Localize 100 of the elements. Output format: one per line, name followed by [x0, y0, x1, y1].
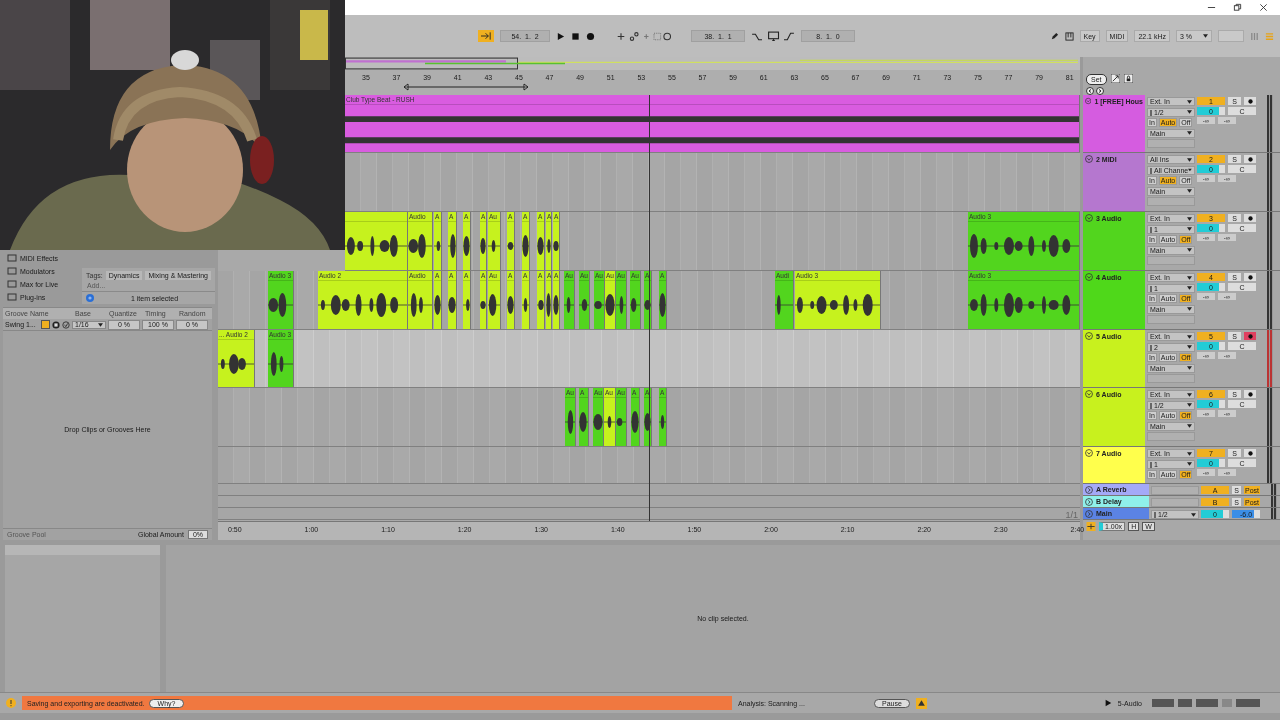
pencil-icon[interactable] — [1049, 31, 1059, 41]
caret-icon — [1187, 392, 1192, 397]
caret-icon — [1187, 345, 1192, 350]
waveform-drawing — [463, 299, 470, 311]
track-lane[interactable] — [218, 447, 1080, 484]
waveform-drawing — [537, 237, 544, 255]
overview-drawing[interactable] — [345, 57, 1080, 70]
fold-icon[interactable] — [1085, 97, 1092, 105]
loop-brace-drawing[interactable] — [403, 83, 529, 91]
follow-button[interactable] — [478, 30, 494, 42]
expand-track-icon[interactable] — [1085, 509, 1093, 518]
waveform-drawing — [775, 295, 793, 315]
arm-button[interactable] — [1244, 273, 1256, 281]
record-dot-icon — [1247, 98, 1253, 104]
waveform-drawing — [593, 414, 603, 430]
arm-button[interactable] — [1244, 449, 1256, 457]
record-dot-icon — [1247, 215, 1253, 221]
waveform-drawing — [268, 293, 293, 317]
audio-clip[interactable] — [345, 212, 408, 270]
waveform-drawing — [630, 298, 640, 312]
caret-icon — [1187, 131, 1192, 136]
play-icon[interactable] — [1103, 699, 1112, 707]
lock-icon[interactable] — [1123, 74, 1133, 83]
caret-icon — [1187, 424, 1192, 429]
waveform-drawing — [480, 238, 486, 254]
hot-swap-toggle[interactable] — [41, 320, 50, 329]
record-dot-icon — [1247, 391, 1253, 397]
waveform-drawing — [546, 293, 551, 317]
loop-icon[interactable] — [751, 30, 795, 42]
waveform-drawing — [507, 296, 514, 314]
waveform-drawing — [488, 294, 500, 316]
fold-icon[interactable] — [1085, 449, 1093, 457]
caret-icon — [1191, 512, 1196, 517]
waveform-drawing — [448, 234, 456, 258]
warning-icon — [6, 698, 16, 708]
waveform-drawing — [537, 300, 544, 310]
waveform-drawing — [565, 410, 575, 434]
record-dot-icon — [1247, 156, 1253, 162]
close-icon[interactable] — [1259, 3, 1268, 12]
waveform-drawing — [268, 351, 293, 376]
waveform-drawing — [579, 299, 589, 311]
waveform-drawing — [553, 241, 559, 251]
keyboard-icon[interactable] — [1064, 31, 1074, 41]
arm-button[interactable] — [1244, 390, 1256, 398]
caret-icon — [1187, 227, 1192, 232]
caret-icon — [1187, 334, 1192, 339]
expand-track-icon[interactable] — [1085, 485, 1093, 494]
waveform-drawing — [218, 353, 254, 374]
arm-button[interactable] — [1244, 155, 1256, 163]
fold-icon[interactable] — [1085, 155, 1093, 163]
waveform-drawing — [434, 241, 441, 251]
follow-behavior-icon[interactable] — [1086, 522, 1096, 531]
fold-icon[interactable] — [1085, 390, 1093, 398]
arm-button[interactable] — [1244, 97, 1256, 105]
waveform-drawing — [553, 295, 559, 315]
caret-icon — [1187, 216, 1192, 221]
waveform-drawing — [546, 239, 551, 253]
caret-icon — [1187, 248, 1192, 253]
caret-icon — [1187, 451, 1192, 456]
caret-icon — [1187, 462, 1192, 467]
fold-icon[interactable] — [1085, 273, 1093, 281]
waveform-drawing — [463, 236, 470, 256]
input-field[interactable] — [1151, 486, 1199, 495]
input-field[interactable] — [1151, 498, 1199, 507]
waveform-drawing — [480, 301, 486, 309]
save-icon[interactable] — [52, 320, 60, 329]
waveform-drawing — [631, 411, 639, 433]
record-dot-icon — [1247, 274, 1253, 280]
waveform-drawing — [659, 415, 666, 429]
expand-icon[interactable] — [1110, 74, 1120, 83]
restore-icon[interactable] — [1233, 3, 1242, 12]
waveform-drawing — [616, 296, 626, 314]
caret-icon — [98, 322, 103, 327]
waveform-drawing — [488, 240, 500, 252]
waveform-drawing — [507, 242, 514, 250]
track-lane[interactable] — [345, 153, 1080, 212]
caret-icon — [1187, 189, 1192, 194]
caret-icon — [1187, 275, 1192, 280]
locator-arrows-icon[interactable] — [1086, 87, 1106, 95]
record-dot-icon — [1247, 333, 1253, 339]
caret-icon — [1187, 157, 1192, 162]
arrow-icon — [480, 32, 492, 40]
waveform-drawing — [522, 298, 529, 312]
info-icon[interactable] — [86, 294, 94, 302]
caret-icon — [1188, 168, 1192, 173]
caret-icon — [1187, 286, 1192, 291]
caret-icon — [1187, 307, 1192, 312]
arm-button[interactable] — [1244, 214, 1256, 222]
fold-icon[interactable] — [1085, 332, 1093, 340]
expand-track-icon[interactable] — [1085, 497, 1093, 506]
transport-tools-icon[interactable] — [615, 30, 671, 42]
waveform-drawing — [434, 295, 441, 315]
page-indicator: 1/1 — [1065, 510, 1078, 520]
fold-icon[interactable] — [1085, 214, 1093, 222]
alert-icon[interactable] — [915, 697, 927, 709]
play-icon[interactable] — [556, 31, 565, 41]
stop-icon[interactable] — [571, 31, 580, 41]
caret-icon — [1187, 110, 1192, 115]
record-icon[interactable] — [586, 31, 595, 41]
waveform-drawing — [448, 297, 456, 313]
